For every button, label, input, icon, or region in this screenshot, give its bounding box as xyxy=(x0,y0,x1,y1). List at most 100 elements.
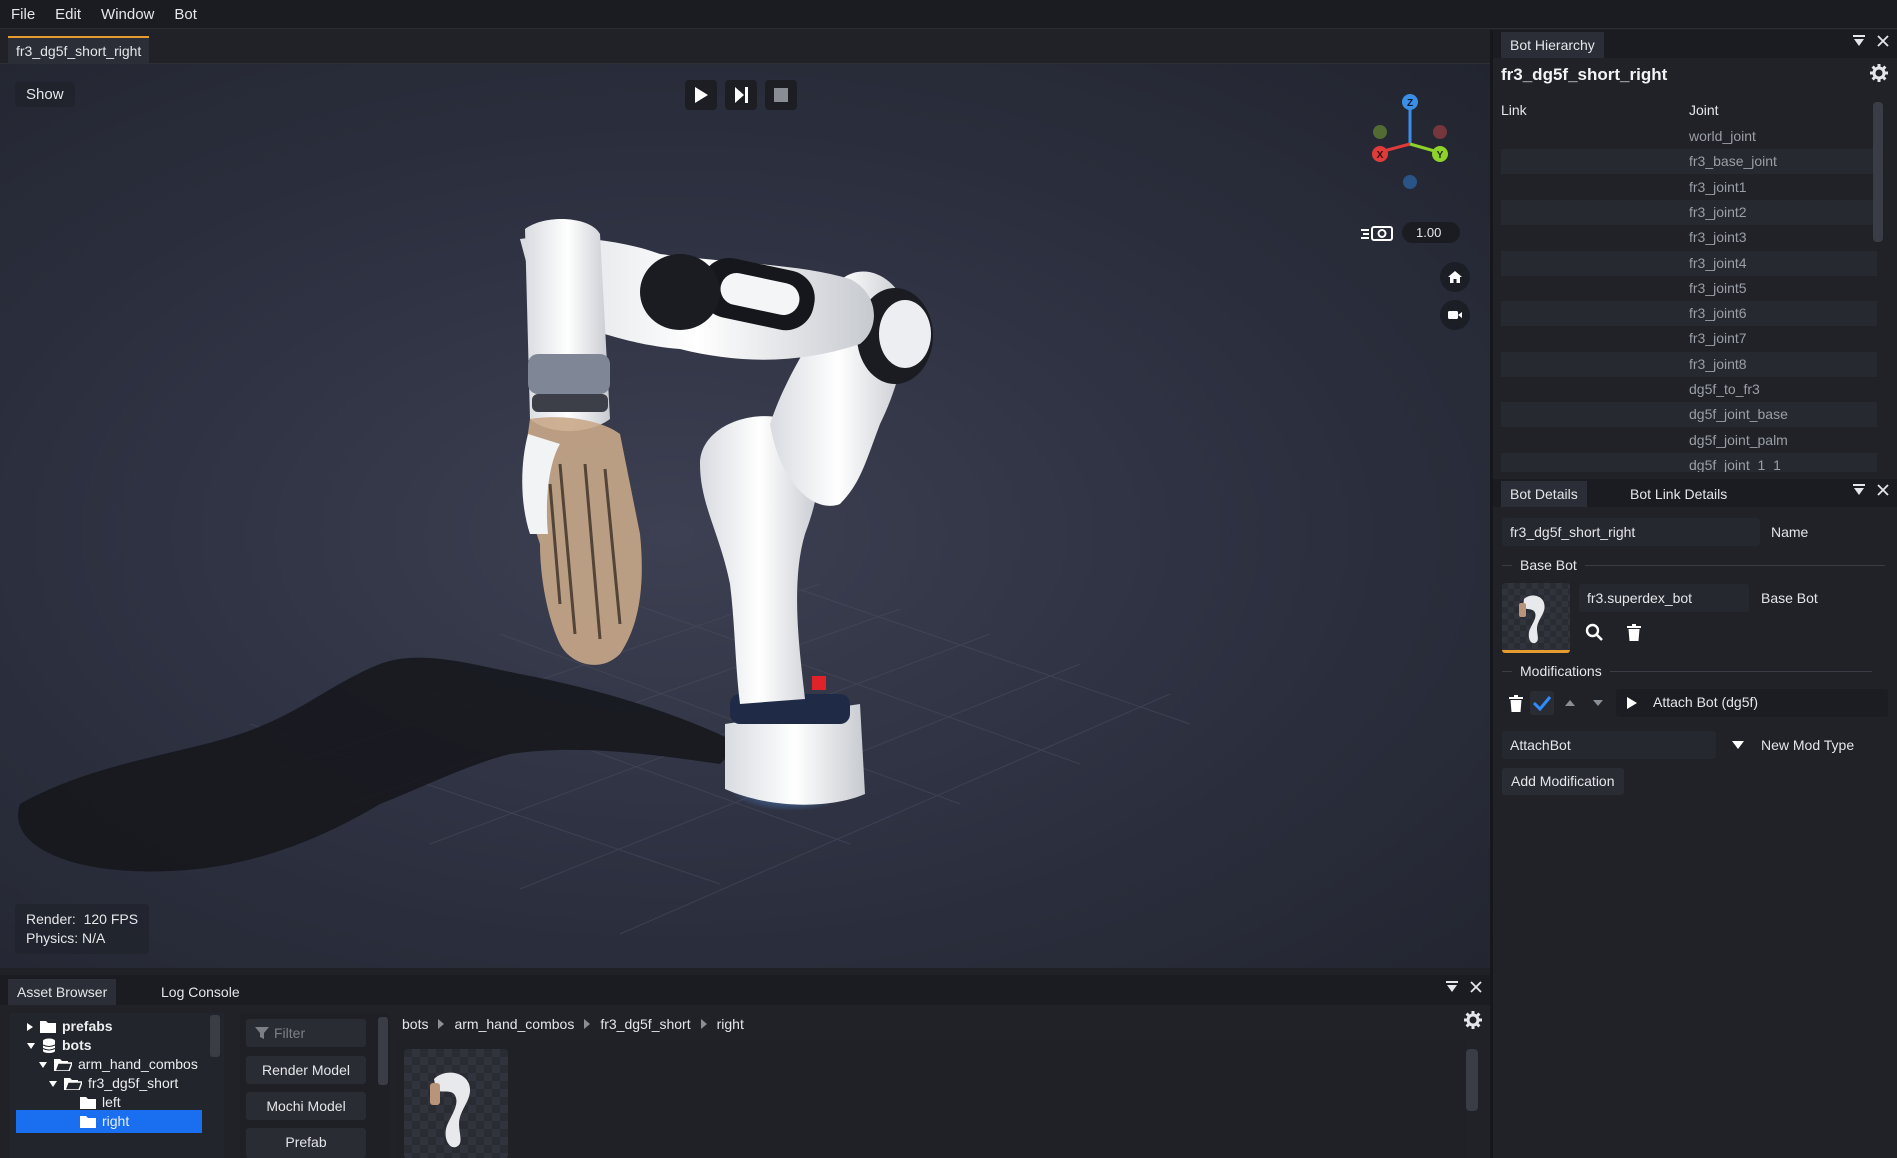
panel-menu-icon[interactable] xyxy=(1853,35,1865,47)
menu-bot[interactable]: Bot xyxy=(164,6,207,23)
tab-bot-details[interactable]: Bot Details xyxy=(1501,481,1587,507)
joint-name: fr3_joint5 xyxy=(1689,279,1747,296)
mod-type-select[interactable]: AttachBot xyxy=(1502,731,1716,759)
chevron-right-icon[interactable] xyxy=(26,1022,34,1032)
breadcrumb-separator-icon xyxy=(584,1019,591,1029)
tab-asset-browser[interactable]: Asset Browser xyxy=(8,979,117,1005)
tab-bot-hierarchy[interactable]: Bot Hierarchy xyxy=(1501,32,1604,58)
tree-scrollbar[interactable] xyxy=(210,1015,220,1057)
panel-menu-icon[interactable] xyxy=(1853,484,1865,496)
joint-name: fr3_joint1 xyxy=(1689,178,1747,195)
hierarchy-row[interactable]: dg5f_lirdg5f_joint_palm xyxy=(1501,428,1877,453)
asset-tree: prefabs bots arm_hand_combos fr3_dg5f_sh… xyxy=(10,1013,224,1158)
hierarchy-row[interactable]: baseworld_joint xyxy=(1501,124,1877,149)
hierarchy-row[interactable]: fr3_link7fr3_joint7 xyxy=(1501,326,1877,351)
viewport-3d[interactable]: Show Z X Y 1.00 Render: 120 FPS Physics:… xyxy=(0,64,1490,968)
home-view-button[interactable] xyxy=(1440,262,1470,292)
trash-icon xyxy=(1627,623,1641,641)
hierarchy-title: fr3_dg5f_short_right xyxy=(1501,65,1668,84)
stop-button[interactable] xyxy=(765,80,797,110)
orientation-gizmo[interactable]: Z X Y xyxy=(1360,92,1460,192)
folder-open-icon xyxy=(64,1078,82,1090)
browse-base-bot-button[interactable] xyxy=(1582,620,1606,644)
search-icon xyxy=(1585,623,1603,641)
tree-item-right[interactable]: right xyxy=(16,1110,202,1133)
asset-scrollbar[interactable] xyxy=(1466,1049,1478,1111)
close-icon[interactable] xyxy=(1470,981,1482,993)
expand-arrow-icon[interactable] xyxy=(1626,696,1638,710)
hierarchy-row[interactable]: fr3_link5fr3_joint5 xyxy=(1501,276,1877,301)
camera-view-button[interactable] xyxy=(1440,300,1470,330)
chevron-down-icon[interactable] xyxy=(38,1061,48,1069)
filter-scrollbar[interactable] xyxy=(378,1017,388,1085)
column-joint[interactable]: Joint xyxy=(1689,102,1719,118)
breadcrumb-separator-icon xyxy=(700,1019,707,1029)
dropdown-arrow-icon[interactable] xyxy=(1731,740,1745,750)
add-modification-button[interactable]: Add Modification xyxy=(1502,768,1624,795)
hierarchy-scrollbar[interactable] xyxy=(1873,102,1883,242)
breadcrumb-right[interactable]: right xyxy=(717,1016,744,1032)
render-model-filter-button[interactable]: Render Model xyxy=(246,1056,366,1084)
hierarchy-row[interactable]: fr3_link3fr3_joint3 xyxy=(1501,225,1877,250)
hierarchy-row[interactable]: fr3_link2fr3_joint2 xyxy=(1501,199,1877,225)
gear-icon[interactable] xyxy=(1870,64,1888,82)
camera-speed-value[interactable]: 1.00 xyxy=(1402,222,1460,243)
show-button[interactable]: Show xyxy=(15,82,75,107)
base-bot-section[interactable]: Base Bot xyxy=(1502,556,1885,574)
folder-icon xyxy=(80,1097,96,1109)
robot-thumbnail-icon xyxy=(1519,595,1545,644)
asset-grid xyxy=(396,1041,1466,1158)
hierarchy-row[interactable]: fr3_link0fr3_base_joint xyxy=(1501,149,1877,175)
performance-stats: Render: 120 FPS Physics: N/A xyxy=(15,904,150,954)
hierarchy-tab-bar: Bot Hierarchy xyxy=(1493,30,1897,58)
hierarchy-row[interactable]: fr3_link6fr3_joint6 xyxy=(1501,301,1877,327)
bot-name-field[interactable]: fr3_dg5f_short_right xyxy=(1502,518,1760,546)
hierarchy-row[interactable]: dg5f_linkdg5f_joint_base xyxy=(1501,402,1877,428)
modification-item[interactable]: Attach Bot (dg5f) xyxy=(1616,689,1888,717)
camera-speed: 1.00 xyxy=(1360,222,1460,243)
robot-thumbnail-icon xyxy=(430,1072,471,1148)
database-icon xyxy=(42,1038,56,1053)
hierarchy-header: Link Joint xyxy=(1501,102,1877,124)
tab-viewport[interactable]: fr3_dg5f_short_right xyxy=(8,36,150,63)
mochi-model-filter-button[interactable]: Mochi Model xyxy=(246,1092,366,1120)
menu-edit[interactable]: Edit xyxy=(45,6,91,23)
gear-icon[interactable] xyxy=(1464,1011,1482,1029)
hierarchy-row[interactable]: fr3_link4fr3_joint4 xyxy=(1501,250,1877,276)
tab-log-console[interactable]: Log Console xyxy=(152,979,249,1005)
breadcrumb-arm-hand-combos[interactable]: arm_hand_combos xyxy=(454,1016,574,1032)
play-icon xyxy=(695,87,708,103)
hierarchy-row[interactable]: dg5f_link_dg5f_to_fr3 xyxy=(1501,377,1877,402)
column-link[interactable]: Link xyxy=(1501,102,1527,118)
hierarchy-row[interactable]: fr3_link8fr3_joint8 xyxy=(1501,351,1877,377)
hierarchy-row[interactable]: dg5f_ldg5f_joint_1_1 xyxy=(1501,452,1877,472)
move-up-button[interactable] xyxy=(1558,691,1582,715)
hierarchy-row[interactable]: fr3_link1fr3_joint1 xyxy=(1501,175,1877,200)
chevron-down-icon[interactable] xyxy=(26,1042,36,1050)
playback-controls xyxy=(685,80,797,110)
enable-modification-checkbox[interactable] xyxy=(1530,691,1554,715)
breadcrumb-fr3-dg5f-short[interactable]: fr3_dg5f_short xyxy=(600,1016,690,1032)
base-bot-thumbnail[interactable] xyxy=(1502,583,1570,653)
clear-base-bot-button[interactable] xyxy=(1622,620,1646,644)
hierarchy-list: baseworld_jointfr3_link0fr3_base_jointfr… xyxy=(1501,124,1877,472)
modifications-section[interactable]: Modifications xyxy=(1502,662,1872,680)
breadcrumb-separator-icon xyxy=(438,1019,445,1029)
menu-file[interactable]: File xyxy=(0,6,45,23)
move-down-button[interactable] xyxy=(1586,691,1610,715)
tab-bot-link-details[interactable]: Bot Link Details xyxy=(1621,481,1736,507)
panel-menu-icon[interactable] xyxy=(1446,981,1458,993)
base-bot-field[interactable]: fr3.superdex_bot xyxy=(1579,584,1749,612)
prefab-filter-button[interactable]: Prefab xyxy=(246,1128,366,1158)
breadcrumb-bots[interactable]: bots xyxy=(402,1016,428,1032)
play-button[interactable] xyxy=(685,80,717,110)
new-mod-type-label: New Mod Type xyxy=(1761,737,1855,753)
chevron-down-icon[interactable] xyxy=(48,1080,58,1088)
menu-window[interactable]: Window xyxy=(91,6,164,23)
delete-modification-button[interactable] xyxy=(1504,691,1528,715)
joint-name: dg5f_joint_palm xyxy=(1689,431,1788,448)
asset-thumbnail[interactable] xyxy=(404,1049,508,1158)
close-icon[interactable] xyxy=(1877,484,1889,496)
close-icon[interactable] xyxy=(1877,35,1889,47)
step-button[interactable] xyxy=(725,80,757,110)
